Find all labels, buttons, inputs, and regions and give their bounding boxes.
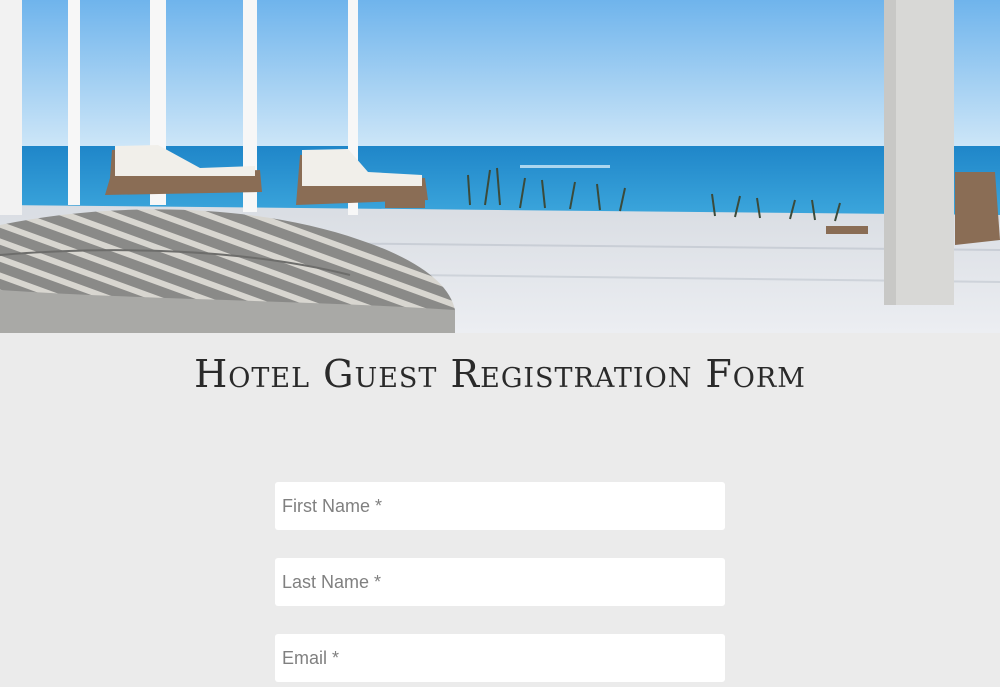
hero-illustration [0, 0, 1000, 333]
registration-page: Hotel Guest Registration Form [0, 0, 1000, 687]
hero-image-beach-resort [0, 0, 1000, 333]
page-title: Hotel Guest Registration Form [194, 352, 806, 396]
email-input[interactable] [275, 634, 725, 682]
first-name-input[interactable] [275, 482, 725, 530]
last-name-input[interactable] [275, 558, 725, 606]
registration-form [275, 482, 725, 687]
